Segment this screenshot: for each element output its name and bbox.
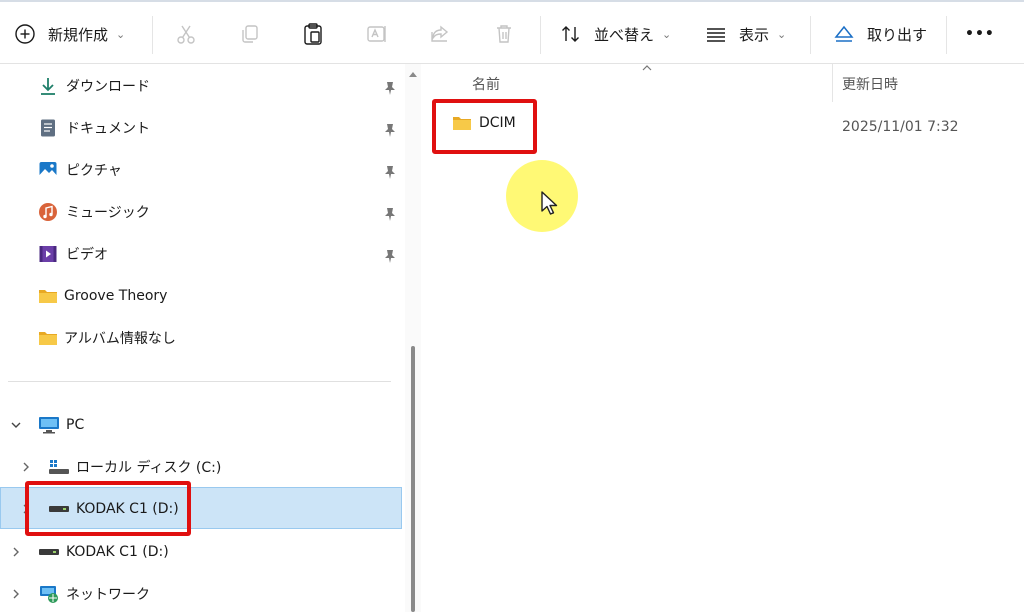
column-divider[interactable] (832, 64, 833, 102)
music-icon (39, 203, 57, 221)
paste-button[interactable] (302, 2, 324, 66)
nav-item-kodak[interactable]: KODAK C1 (D:) (38, 533, 169, 571)
nav-scrollbar[interactable] (405, 64, 421, 612)
sort-ascending-icon (642, 65, 652, 71)
nav-item-videos[interactable]: ビデオ (38, 235, 108, 273)
mouse-pointer-icon (541, 191, 558, 215)
nav-item-network[interactable]: ネットワーク (38, 575, 150, 613)
pin-icon[interactable] (382, 206, 398, 222)
share-button[interactable] (429, 2, 451, 66)
new-button-label: 新規作成 (48, 25, 109, 44)
chevron-right-icon[interactable] (10, 546, 22, 558)
annotation-highlight-box (25, 481, 191, 536)
pictures-icon (39, 162, 57, 178)
view-button[interactable]: 表示 ⌄ (705, 2, 786, 66)
chevron-down-icon: ⌄ (116, 27, 126, 41)
nav-item-label: アルバム情報なし (64, 331, 176, 347)
new-button[interactable]: 新規作成 ⌄ (14, 2, 125, 66)
chevron-right-icon[interactable] (20, 461, 32, 473)
chevron-down-icon[interactable] (10, 419, 22, 431)
nav-item-label: PC (66, 417, 85, 433)
nav-item-label: ネットワーク (66, 587, 150, 603)
clipboard-icon (304, 23, 322, 45)
nav-item-label: Groove Theory (64, 288, 168, 304)
nav-item-groove-theory[interactable]: Groove Theory (38, 277, 167, 315)
nav-item-label: ピクチャ (66, 163, 122, 179)
pin-icon[interactable] (382, 164, 398, 180)
delete-button[interactable] (493, 2, 515, 66)
share-icon (431, 25, 449, 42)
toolbar-divider (540, 16, 541, 54)
more-icon: ••• (965, 26, 995, 42)
chevron-right-icon[interactable] (10, 588, 22, 600)
nav-item-documents[interactable]: ドキュメント (38, 109, 150, 147)
nav-item-album-unknown[interactable]: アルバム情報なし (38, 319, 176, 357)
nav-item-label: KODAK C1 (D:) (66, 544, 169, 560)
more-button[interactable]: ••• (965, 2, 995, 66)
nav-item-label: ビデオ (66, 247, 108, 263)
eject-button[interactable]: 取り出す (833, 2, 927, 66)
computer-icon (39, 417, 59, 434)
download-icon (41, 78, 55, 95)
column-header-date[interactable]: 更新日時 (842, 74, 898, 94)
usb-drive-icon (39, 549, 59, 555)
chevron-down-icon: ⌄ (777, 27, 787, 41)
command-bar: 新規作成 ⌄ 並べ替え ⌄ 表示 ⌄ 取り出す ••• (0, 0, 1024, 64)
nav-item-label: ローカル ディスク (C:) (76, 460, 222, 476)
folder-icon (39, 290, 57, 303)
sort-button-label: 並べ替え (594, 25, 655, 44)
nav-item-music[interactable]: ミュージック (38, 193, 150, 231)
sort-button[interactable]: 並べ替え ⌄ (560, 2, 671, 66)
nav-item-pc[interactable]: PC (38, 406, 84, 444)
scroll-up-icon[interactable] (408, 70, 418, 78)
rename-button[interactable] (366, 2, 388, 66)
rename-icon (367, 26, 386, 42)
scissors-icon (177, 25, 195, 44)
nav-item-label: ドキュメント (66, 121, 150, 137)
nav-divider (8, 381, 391, 382)
sort-icon (562, 26, 579, 42)
drive-icon (49, 460, 69, 474)
pin-icon[interactable] (382, 122, 398, 138)
network-icon (40, 586, 58, 603)
nav-item-downloads[interactable]: ダウンロード (38, 67, 150, 105)
nav-item-label: ダウンロード (66, 79, 150, 95)
eject-icon (834, 25, 854, 42)
column-header-name[interactable]: 名前 (472, 74, 500, 94)
annotation-highlight-box (432, 99, 537, 154)
scrollbar-thumb[interactable] (411, 346, 415, 612)
view-button-label: 表示 (739, 25, 770, 44)
trash-icon (497, 25, 511, 43)
copy-icon (242, 25, 258, 43)
toolbar-divider (810, 16, 811, 54)
chevron-down-icon: ⌄ (662, 27, 672, 41)
cut-button[interactable] (175, 2, 197, 66)
pin-icon[interactable] (382, 80, 398, 96)
plus-circle-icon (15, 24, 35, 44)
toolbar-divider (152, 16, 153, 54)
document-icon (41, 119, 55, 137)
view-list-icon (707, 28, 725, 42)
copy-button[interactable] (239, 2, 261, 66)
eject-button-label: 取り出す (867, 25, 928, 44)
toolbar-divider (946, 16, 947, 54)
video-icon (39, 246, 57, 262)
folder-icon (39, 332, 57, 345)
nav-item-label: ミュージック (66, 205, 150, 221)
file-modified-date: 2025/11/01 7:32 (842, 119, 959, 135)
pin-icon[interactable] (382, 248, 398, 264)
nav-item-pictures[interactable]: ピクチャ (38, 151, 122, 189)
